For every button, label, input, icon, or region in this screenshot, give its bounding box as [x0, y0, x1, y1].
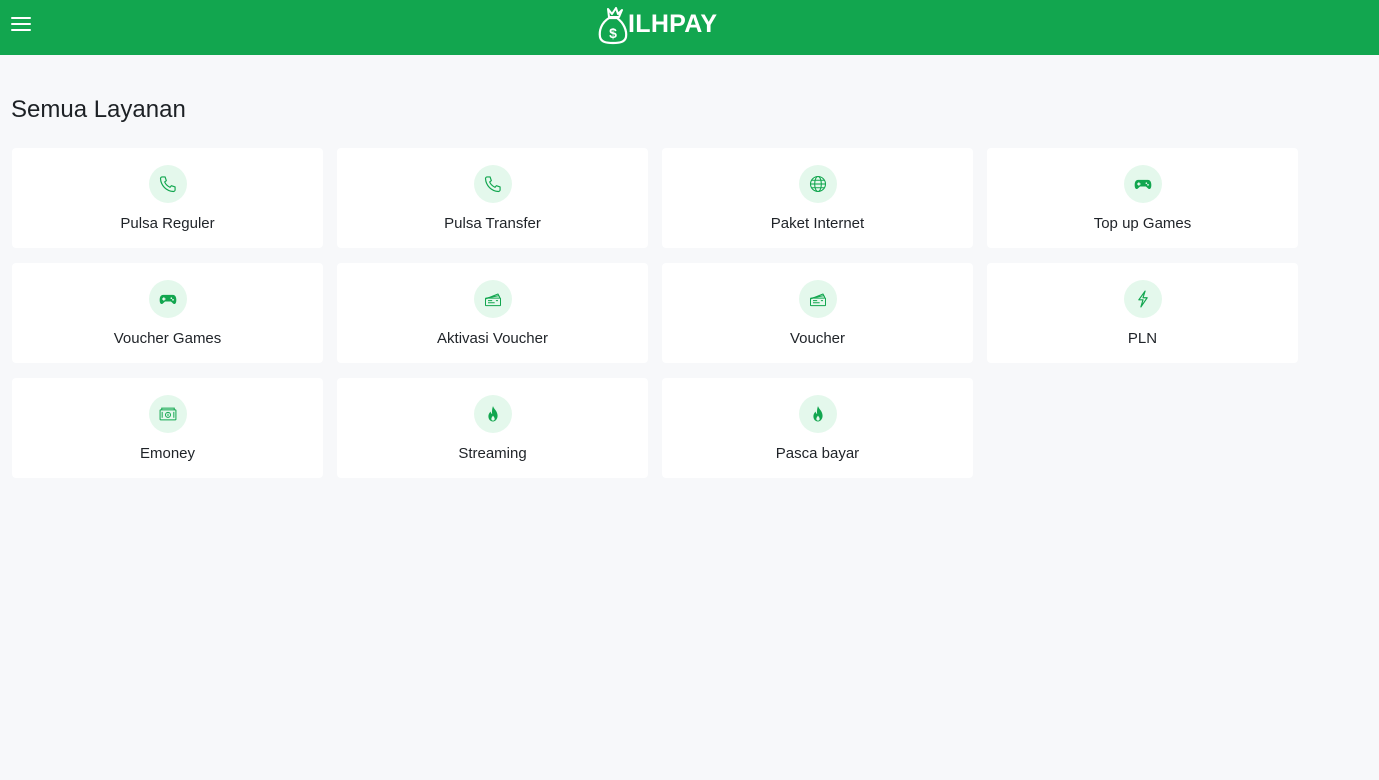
page-title: Semua Layanan [11, 96, 186, 123]
service-label: Voucher Games [113, 330, 222, 347]
service-card-emoney[interactable]: Emoney [12, 378, 323, 478]
icon-badge [1123, 165, 1162, 203]
icon-badge [473, 395, 512, 433]
service-card-voucher[interactable]: Voucher [662, 263, 973, 363]
service-card-pulsa-transfer[interactable]: Pulsa Transfer [337, 148, 648, 248]
gamepad-icon [159, 294, 176, 304]
flame-icon [812, 406, 823, 422]
phone-icon [159, 176, 176, 193]
money-bag-icon: $ [598, 7, 628, 45]
icon-badge [148, 395, 187, 433]
icon-badge [798, 280, 837, 318]
lightning-icon [1137, 290, 1148, 308]
service-label: Streaming [458, 445, 527, 462]
service-label: Pulsa Reguler [120, 215, 215, 232]
ticket-icon [809, 293, 826, 307]
service-card-pln[interactable]: PLN [987, 263, 1298, 363]
services-grid: Pulsa Reguler Pulsa Transfer Paket Inter… [12, 148, 1298, 478]
service-label: PLN [1127, 330, 1158, 347]
icon-badge [1123, 280, 1162, 318]
cash-icon [159, 407, 176, 421]
service-card-pulsa-reguler[interactable]: Pulsa Reguler [12, 148, 323, 248]
icon-badge [148, 280, 187, 318]
service-label: Pasca bayar [775, 445, 860, 462]
icon-badge [798, 395, 837, 433]
service-card-aktivasi-voucher[interactable]: Aktivasi Voucher [337, 263, 648, 363]
service-card-paket-internet[interactable]: Paket Internet [662, 148, 973, 248]
hamburger-menu-icon[interactable] [11, 17, 31, 33]
brand-logo[interactable]: $ ILHPAY [597, 6, 717, 46]
service-card-pasca-bayar[interactable]: Pasca bayar [662, 378, 973, 478]
service-label: Paket Internet [770, 215, 865, 232]
icon-badge [473, 165, 512, 203]
icon-badge [148, 165, 187, 203]
phone-icon [484, 176, 501, 193]
service-card-top-up-games[interactable]: Top up Games [987, 148, 1298, 248]
ticket-icon [484, 293, 501, 307]
service-label: Aktivasi Voucher [437, 330, 548, 347]
top-navbar: $ ILHPAY [0, 0, 1379, 55]
service-card-streaming[interactable]: Streaming [337, 378, 648, 478]
gamepad-icon [1134, 179, 1151, 189]
icon-badge [798, 165, 837, 203]
service-label: Voucher [789, 330, 846, 347]
globe-icon [809, 175, 826, 193]
service-card-voucher-games[interactable]: Voucher Games [12, 263, 323, 363]
flame-icon [487, 406, 498, 422]
service-label: Pulsa Transfer [444, 215, 541, 232]
service-label: Top up Games [1093, 215, 1192, 232]
svg-text:$: $ [609, 25, 617, 41]
service-label: Emoney [139, 445, 196, 462]
icon-badge [473, 280, 512, 318]
brand-name: ILHPAY [628, 9, 718, 38]
